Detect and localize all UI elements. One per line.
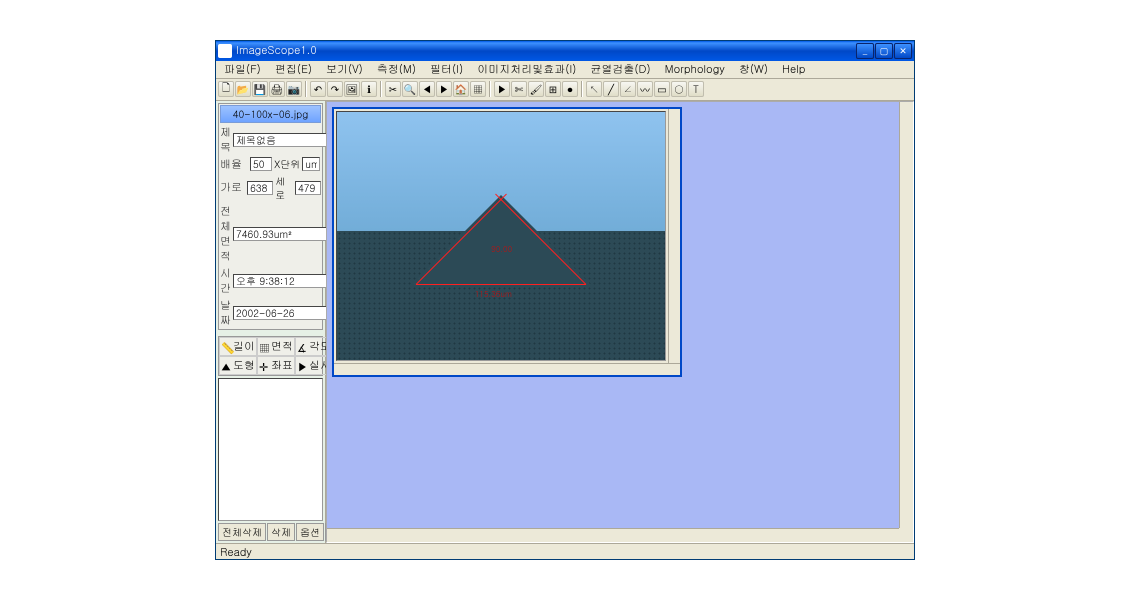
text-icon[interactable]: T: [688, 81, 704, 97]
width-input[interactable]: [247, 181, 273, 195]
menu-effects[interactable]: 이미지처리및효과(I): [471, 61, 582, 78]
image-document-window[interactable]: 90.00 115.36um: [332, 107, 682, 377]
title-label: 제목: [220, 125, 231, 155]
workspace[interactable]: 90.00 115.36um: [326, 101, 914, 543]
shape-icon: ▲: [221, 360, 231, 370]
menu-crack[interactable]: 균열검출(D): [584, 61, 656, 78]
area-label: 전체면적: [220, 204, 231, 264]
info-icon[interactable]: ℹ: [361, 81, 377, 97]
tool-area[interactable]: ▦면적: [257, 337, 295, 356]
undo-icon[interactable]: ↶: [310, 81, 326, 97]
app-window: ImageScope1.0 _ ▢ ✕ 파일(F) 편집(E) 보기(V) 측정…: [215, 40, 915, 560]
brush-icon[interactable]: 🖌: [528, 81, 544, 97]
area-icon: ▦: [259, 341, 269, 351]
measurement-angle-label: 90.00: [491, 244, 512, 255]
menu-help[interactable]: Help: [776, 61, 811, 78]
menu-filter[interactable]: 필터(I): [424, 61, 469, 78]
unit-input[interactable]: [302, 157, 320, 171]
tab-delete[interactable]: 삭제: [267, 523, 295, 541]
measurement-list[interactable]: [218, 378, 323, 521]
crop-icon[interactable]: ✂: [385, 81, 401, 97]
content-area: 40-100x-06.jpg 제목 배율 X단위 가로 세로: [216, 101, 914, 543]
workspace-scroll-corner: [899, 528, 913, 542]
ruler-icon: 📏: [221, 341, 231, 351]
pointer-icon[interactable]: ↖: [586, 81, 602, 97]
workspace-scrollbar-vertical[interactable]: [899, 102, 913, 528]
home-icon[interactable]: 🏠: [453, 81, 469, 97]
angle-icon[interactable]: ∠: [620, 81, 636, 97]
realtime-icon: ▶: [297, 360, 307, 370]
cut-icon[interactable]: ✄: [511, 81, 527, 97]
measurement-length-label: 115.36um: [475, 289, 512, 300]
minimize-button[interactable]: _: [856, 43, 874, 59]
menu-window[interactable]: 창(W): [733, 61, 774, 78]
image-scrollbar-vertical[interactable]: [668, 109, 680, 363]
tool-length[interactable]: 📏길이: [219, 337, 257, 356]
titlebar: ImageScope1.0 _ ▢ ✕: [216, 41, 914, 61]
find-icon[interactable]: 🔍: [402, 81, 418, 97]
toolbar-separator: [305, 81, 307, 97]
print-icon[interactable]: 🖨: [269, 81, 285, 97]
stamp-icon[interactable]: ⊞: [545, 81, 561, 97]
image-scrollbar-horizontal[interactable]: [334, 363, 680, 375]
toolbar-separator: [380, 81, 382, 97]
statusbar: Ready: [216, 543, 914, 559]
toolbar: 🗋 📂 💾 🖨 📷 ↶ ↷ 🖼 ℹ ✂ 🔍 ◀ ▶ 🏠 ▦ ▶ ✄ 🖌 ⊞ ⏺ …: [216, 79, 914, 101]
status-text: Ready: [220, 545, 252, 560]
menu-view[interactable]: 보기(V): [320, 61, 369, 78]
app-icon: [218, 44, 232, 58]
bottom-tabs: 전체삭제 삭제 옵션 그래프: [218, 523, 323, 541]
open-icon[interactable]: 📂: [235, 81, 251, 97]
filename-display: 40-100x-06.jpg: [220, 105, 321, 123]
menubar: 파일(F) 편집(E) 보기(V) 측정(M) 필터(I) 이미지처리및효과(I…: [216, 61, 914, 79]
window-title: ImageScope1.0: [236, 43, 856, 58]
tab-option[interactable]: 옵션: [296, 523, 324, 541]
time-label: 시간: [220, 266, 231, 296]
width-label: 가로: [220, 180, 245, 195]
forward-icon[interactable]: ▶: [436, 81, 452, 97]
redo-icon[interactable]: ↷: [327, 81, 343, 97]
grid-icon[interactable]: ▦: [470, 81, 486, 97]
info-panel: 40-100x-06.jpg 제목 배율 X단위 가로 세로: [218, 103, 323, 330]
menu-measure[interactable]: 측정(M): [371, 61, 422, 78]
window-controls: _ ▢ ✕: [856, 43, 912, 59]
menu-file[interactable]: 파일(F): [218, 61, 267, 78]
left-panel: 40-100x-06.jpg 제목 배율 X단위 가로 세로: [216, 101, 326, 543]
magnification-input[interactable]: [250, 157, 272, 171]
image-icon[interactable]: 🖼: [344, 81, 360, 97]
back-icon[interactable]: ◀: [419, 81, 435, 97]
curve-icon[interactable]: 〰: [637, 81, 653, 97]
line-icon[interactable]: ╱: [603, 81, 619, 97]
measurement-line-base[interactable]: [416, 284, 587, 285]
height-label: 세로: [275, 174, 293, 202]
toolbar-separator: [581, 81, 583, 97]
circle-icon[interactable]: ○: [671, 81, 687, 97]
angle-icon: ∡: [297, 341, 307, 351]
record-icon[interactable]: ⏺: [562, 81, 578, 97]
play-icon[interactable]: ▶: [494, 81, 510, 97]
maximize-button[interactable]: ▢: [875, 43, 893, 59]
menu-edit[interactable]: 편집(E): [269, 61, 318, 78]
toolbar-separator: [489, 81, 491, 97]
tab-delete-all[interactable]: 전체삭제: [218, 523, 266, 541]
workspace-scrollbar-horizontal[interactable]: [327, 528, 899, 542]
tool-shape[interactable]: ▲도형: [219, 356, 257, 375]
sample-triangle: [411, 195, 591, 285]
height-input[interactable]: [295, 181, 321, 195]
microscope-image[interactable]: 90.00 115.36um: [336, 111, 666, 361]
date-label: 날짜: [220, 298, 231, 328]
rect-icon[interactable]: ▭: [654, 81, 670, 97]
save-icon[interactable]: 💾: [252, 81, 268, 97]
menu-morphology[interactable]: Morphology: [659, 61, 731, 78]
new-icon[interactable]: 🗋: [218, 81, 234, 97]
camera-icon[interactable]: 📷: [286, 81, 302, 97]
close-button[interactable]: ✕: [894, 43, 912, 59]
tool-coord[interactable]: ✛좌표: [257, 356, 295, 375]
unit-prefix: X단위: [274, 157, 300, 171]
measure-tool-grid: 📏길이 ▦면적 ∡각도 ▲도형 ✛좌표 ▶실시간: [218, 336, 323, 376]
magnification-label: 배율: [220, 157, 248, 172]
coord-icon: ✛: [259, 360, 269, 370]
